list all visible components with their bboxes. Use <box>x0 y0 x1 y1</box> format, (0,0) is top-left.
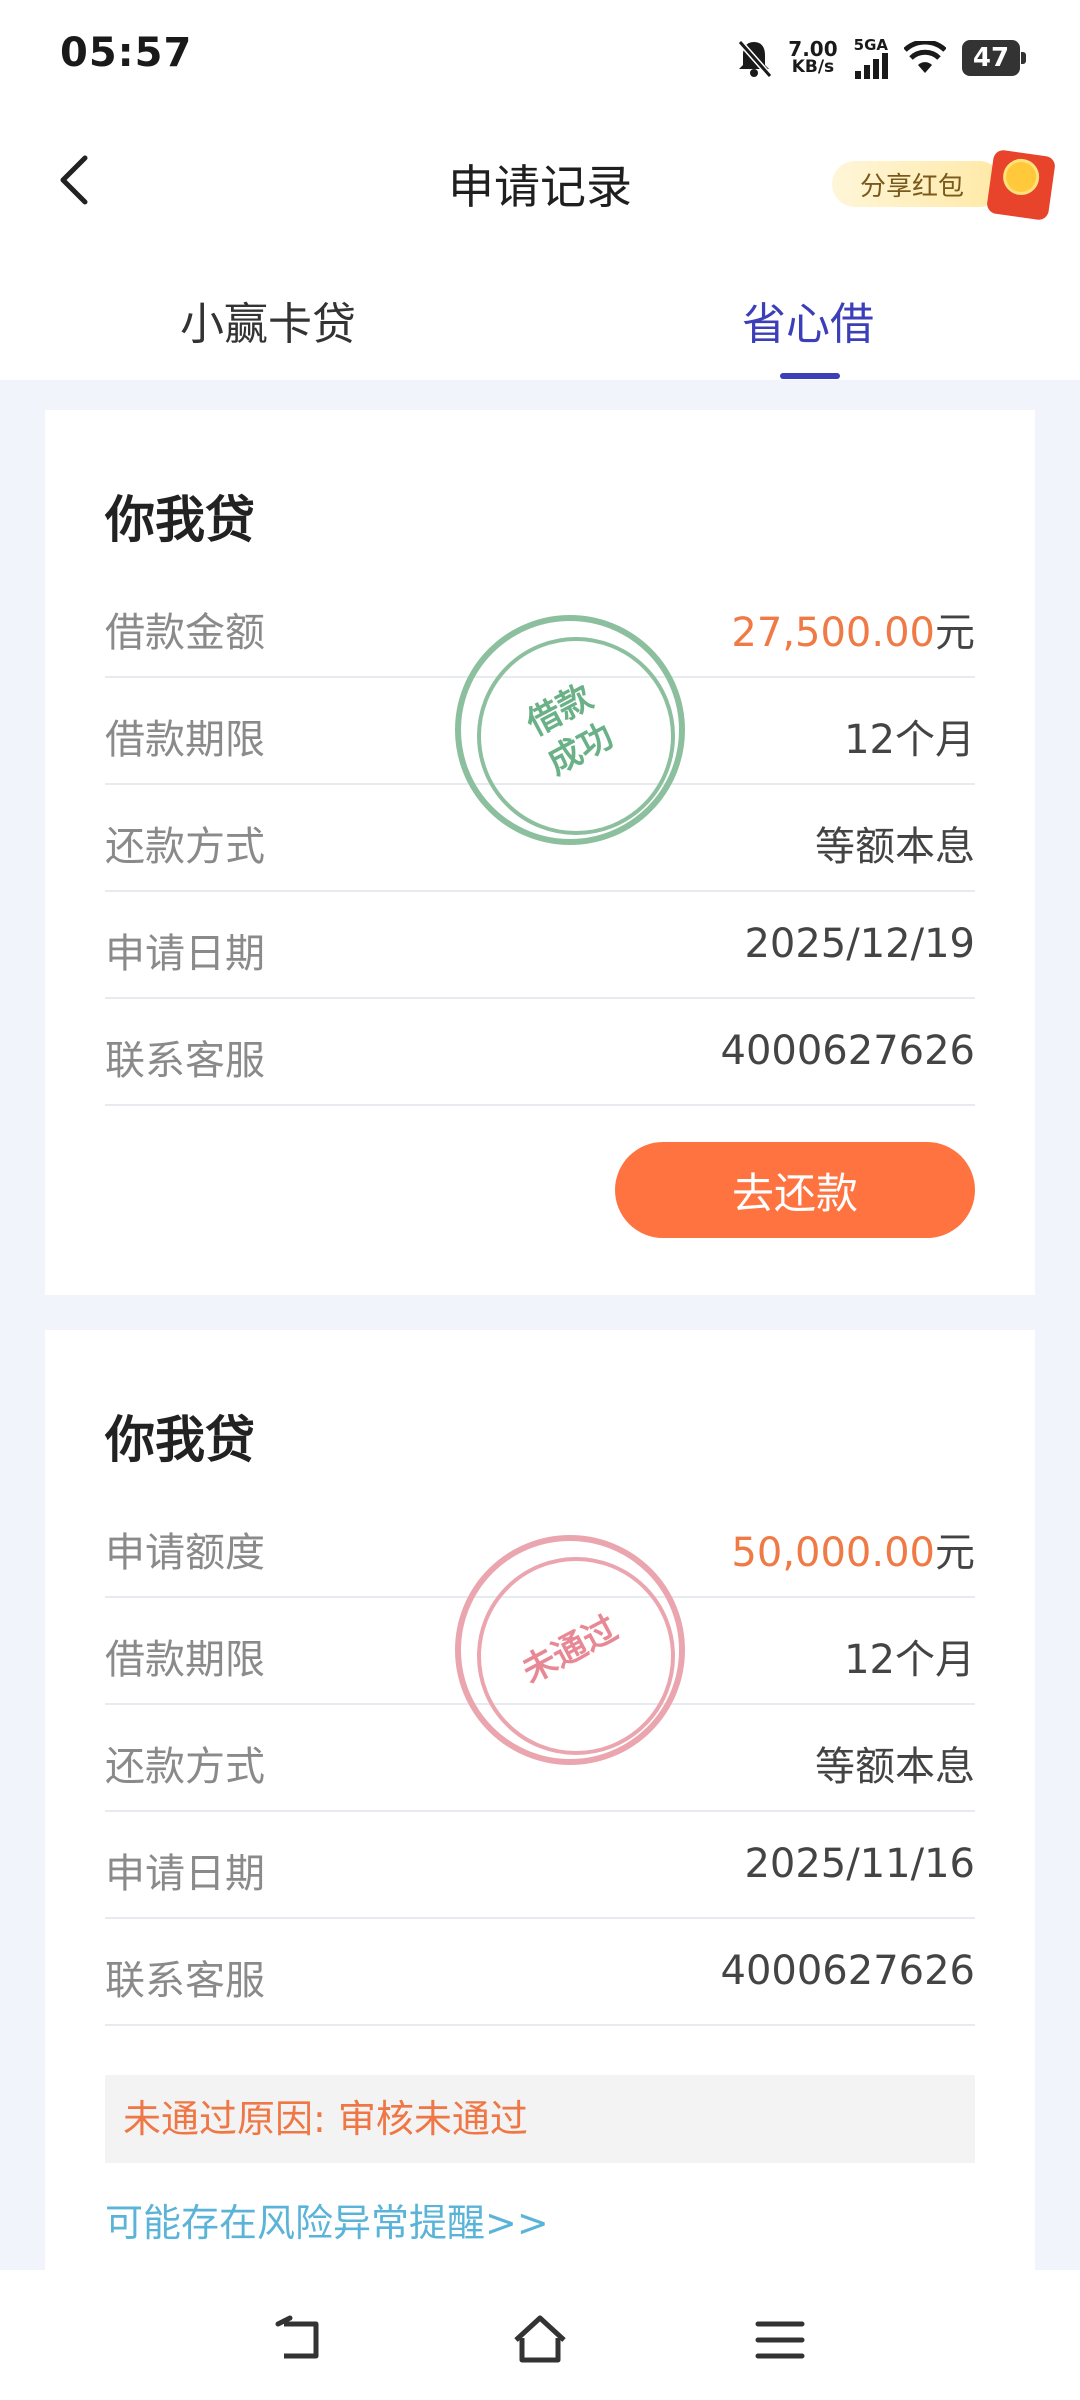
credit-amount: 50,000.00 <box>731 1530 935 1576</box>
card-title: 你我贷 <box>105 491 255 549</box>
row-value: 等额本息 <box>815 1744 975 1790</box>
row-label: 借款金额 <box>105 610 265 656</box>
currency-unit: 元 <box>935 1530 975 1576</box>
active-tab-indicator <box>780 373 840 379</box>
row-label: 联系客服 <box>105 1038 265 1084</box>
application-card: 你我贷 申请额度 50,000.00元 借款期限 12个月 还款方式 等额本息 … <box>45 1330 1035 2330</box>
red-envelope-icon <box>985 148 1057 222</box>
row-value: 12个月 <box>844 717 975 763</box>
application-card: 你我贷 借款金额 27,500.00元 借款期限 12个月 还款方式 等额本息 … <box>45 410 1035 1295</box>
status-time: 05:57 <box>60 30 193 76</box>
customer-service-phone[interactable]: 4000627626 <box>721 1028 976 1074</box>
tab-bar: 小赢卡贷 省心借 <box>0 250 1080 380</box>
tab-xiaoying-card-loan[interactable]: 小赢卡贷 <box>180 288 356 352</box>
tab-shengxin-loan[interactable]: 省心借 <box>742 288 874 352</box>
row-label: 申请日期 <box>105 1851 265 1897</box>
risk-alert-link[interactable]: 可能存在风险异常提醒>> <box>105 2192 549 2247</box>
info-row: 申请日期 2025/12/19 <box>105 891 975 999</box>
network-type: 5GA <box>853 35 888 54</box>
row-label: 借款期限 <box>105 717 265 763</box>
mute-bell-icon <box>738 40 773 78</box>
back-nav-icon[interactable] <box>270 2310 330 2370</box>
rejected-stamp: 未通过 <box>455 1535 685 1765</box>
row-label: 申请额度 <box>105 1530 265 1576</box>
info-row: 申请日期 2025/11/16 <box>105 1811 975 1919</box>
customer-service-phone[interactable]: 4000627626 <box>721 1948 976 1994</box>
row-value: 2025/11/16 <box>744 1841 975 1887</box>
row-value: 2025/12/19 <box>744 921 975 967</box>
row-value: 50,000.00元 <box>731 1520 975 1578</box>
info-row: 联系客服 4000627626 <box>105 998 975 1106</box>
status-bar: 05:57 7.00 KB/s 5GA 47 <box>0 0 1080 115</box>
currency-unit: 元 <box>935 610 975 656</box>
battery-icon: 47 <box>962 40 1026 76</box>
info-row: 联系客服 4000627626 <box>105 1918 975 2026</box>
network-speed-unit: KB/s <box>791 57 835 77</box>
row-label: 还款方式 <box>105 1744 265 1790</box>
repay-button[interactable]: 去还款 <box>615 1142 975 1238</box>
share-red-packet-button[interactable]: 分享红包 <box>832 148 1057 222</box>
row-label: 申请日期 <box>105 931 265 977</box>
menu-icon[interactable] <box>750 2310 810 2370</box>
row-label: 联系客服 <box>105 1958 265 2004</box>
wifi-icon <box>904 41 946 73</box>
rejection-reason: 未通过原因: 审核未通过 <box>105 2075 975 2163</box>
network-speed: 7.00 KB/s <box>788 37 838 77</box>
system-nav-bar <box>0 2270 1080 2400</box>
cell-signal: 5GA <box>853 35 888 79</box>
row-label: 借款期限 <box>105 1637 265 1683</box>
loan-success-stamp: 借款 成功 <box>455 615 685 845</box>
row-label: 还款方式 <box>105 824 265 870</box>
status-icons: 7.00 KB/s 5GA 47 <box>736 28 1026 88</box>
card-title: 你我贷 <box>105 1411 255 1469</box>
loan-amount: 27,500.00 <box>731 610 935 656</box>
row-value: 等额本息 <box>815 824 975 870</box>
row-value: 12个月 <box>844 1637 975 1683</box>
share-label: 分享红包 <box>832 161 1002 207</box>
signal-icon <box>854 52 888 79</box>
network-speed-value: 7.00 <box>788 37 838 61</box>
home-icon[interactable] <box>510 2310 570 2370</box>
row-value: 27,500.00元 <box>731 600 975 658</box>
app-header: 申请记录 分享红包 <box>0 115 1080 250</box>
